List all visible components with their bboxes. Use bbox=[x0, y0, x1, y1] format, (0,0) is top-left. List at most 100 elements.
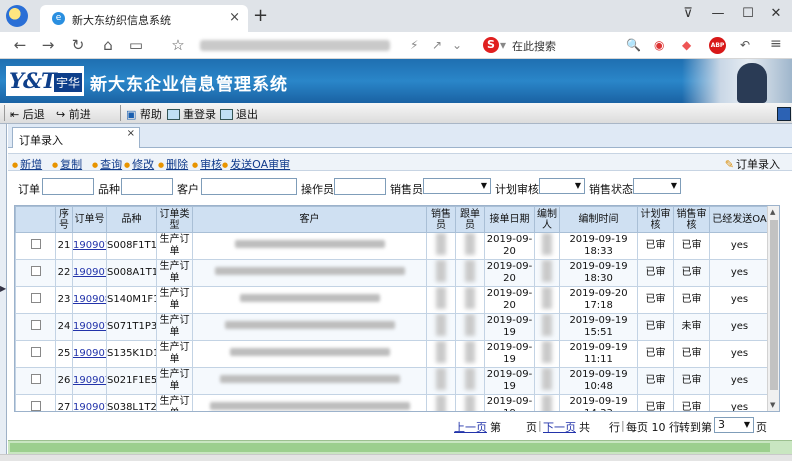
browser-tab[interactable]: e 新大东纺织信息系统 × bbox=[40, 5, 248, 32]
order-link[interactable]: 1909084 bbox=[72, 286, 107, 314]
favorite-star-icon[interactable]: ☆ bbox=[168, 36, 188, 54]
weibo-icon[interactable]: ◉ bbox=[654, 38, 664, 52]
table-row[interactable]: 251909075S135K1D1D生产订单 2019-09-19 2019-09-… bbox=[15, 340, 770, 368]
row-select-cell[interactable] bbox=[15, 367, 56, 395]
edit-button[interactable]: 修改 bbox=[124, 156, 154, 172]
row-select-cell[interactable] bbox=[15, 313, 56, 341]
lightning-icon[interactable]: ⚡ bbox=[410, 38, 418, 52]
send-oa-button[interactable]: 发送OA审审 bbox=[222, 156, 290, 172]
col-header-creator[interactable]: 编制人 bbox=[534, 206, 560, 233]
delete-button[interactable]: 删除 bbox=[158, 156, 188, 172]
reader-icon[interactable]: ▭ bbox=[126, 36, 146, 54]
query-button[interactable]: 查询 bbox=[92, 156, 122, 172]
col-header-seq[interactable]: 序号 bbox=[55, 206, 73, 233]
maximize-icon[interactable]: ☐ bbox=[738, 6, 758, 21]
reload-icon[interactable]: ↻ bbox=[68, 36, 88, 54]
help-button[interactable]: ▣ 帮助 bbox=[126, 106, 162, 122]
search-icon[interactable]: 🔍 bbox=[626, 38, 641, 52]
tab-order-entry[interactable]: 订单录入 × bbox=[12, 127, 140, 149]
row-checkbox[interactable] bbox=[30, 374, 41, 384]
salesman-select[interactable]: ▼ bbox=[423, 178, 491, 194]
pin-icon[interactable]: ⊽ bbox=[678, 6, 698, 21]
col-header-sales-audit[interactable]: 销售审核 bbox=[673, 206, 710, 233]
exit-button[interactable]: 退出 bbox=[220, 106, 258, 122]
col-header-plan-audit[interactable]: 计划审核 bbox=[637, 206, 674, 233]
order-link[interactable]: 1909079 bbox=[72, 232, 107, 260]
next-page-link[interactable]: 下一页 bbox=[543, 419, 576, 435]
scroll-down-icon[interactable]: ▼ bbox=[770, 401, 775, 409]
order-link[interactable]: 1909078 bbox=[72, 259, 107, 287]
game-icon[interactable]: ◆ bbox=[682, 38, 691, 52]
copy-button[interactable]: 复制 bbox=[52, 156, 82, 172]
minimize-icon[interactable]: — bbox=[708, 6, 728, 21]
goto-page-select[interactable]: 3 ▼ bbox=[714, 417, 754, 433]
row-select-cell[interactable] bbox=[15, 259, 56, 287]
home-icon[interactable]: ⌂ bbox=[98, 36, 118, 54]
dropdown-icon[interactable]: ⌄ bbox=[452, 38, 462, 52]
search-input[interactable]: 在此搜索 bbox=[512, 38, 556, 54]
order-link[interactable]: 1909075 bbox=[72, 340, 107, 368]
row-checkbox[interactable] bbox=[30, 293, 41, 303]
prev-page-link[interactable]: 上一页 bbox=[454, 419, 487, 435]
hscroll-thumb[interactable] bbox=[10, 443, 770, 452]
relogin-button[interactable]: 重登录 bbox=[167, 106, 216, 122]
back-button[interactable]: ⇤ 后退 bbox=[10, 106, 45, 122]
variety-input[interactable] bbox=[121, 178, 173, 195]
table-row[interactable]: 231909084S140M1F1D生产订单 2019-09-20 2019-09-… bbox=[15, 286, 770, 314]
col-header-date[interactable]: 接单日期 bbox=[484, 206, 535, 233]
audit-button[interactable]: 审核 bbox=[192, 156, 222, 172]
expand-arrow-icon[interactable]: ▶ bbox=[0, 284, 6, 293]
share-icon[interactable]: ↗ bbox=[432, 38, 442, 52]
scroll-thumb[interactable] bbox=[770, 220, 778, 390]
col-header-salesman[interactable]: 销售员 bbox=[426, 206, 456, 233]
menu-icon[interactable]: ≡ bbox=[770, 36, 782, 52]
search-engine-icon[interactable]: S bbox=[483, 37, 499, 53]
row-checkbox[interactable] bbox=[30, 239, 41, 249]
search-engine-dropdown-icon[interactable]: ▾ bbox=[500, 38, 506, 52]
col-header-oa[interactable]: 已经发送OA bbox=[709, 206, 770, 233]
window-restore-icon[interactable] bbox=[777, 107, 791, 121]
left-frame-toggle[interactable]: ▶ bbox=[0, 124, 7, 454]
col-header-follower[interactable]: 跟单员 bbox=[455, 206, 485, 233]
col-header-customer[interactable]: 客户 bbox=[192, 206, 427, 233]
tab-close-icon[interactable]: × bbox=[127, 128, 135, 139]
browser-logo-icon[interactable] bbox=[6, 5, 28, 27]
table-row[interactable]: 221909078S008A1T1D生产订单 2019-09-20 2019-09-… bbox=[15, 259, 770, 287]
col-header-type[interactable]: 订单类型 bbox=[156, 206, 193, 233]
table-row[interactable]: 241909077S071T1P3D生产订单 2019-09-19 2019-09-… bbox=[15, 313, 770, 341]
order-link[interactable]: 1909070 bbox=[72, 367, 107, 395]
back-arrow-icon[interactable]: ← bbox=[10, 36, 30, 54]
row-select-cell[interactable] bbox=[15, 232, 56, 260]
table-row[interactable]: 271909076S038L1T2D生产订单 2019-09-19 2019-09-… bbox=[15, 394, 770, 411]
col-header-order[interactable]: 订单号 bbox=[72, 206, 107, 233]
order-link[interactable]: 1909077 bbox=[72, 313, 107, 341]
adblock-icon[interactable]: ABP bbox=[709, 37, 726, 54]
sales-status-select[interactable]: ▼ bbox=[633, 178, 681, 194]
close-window-icon[interactable]: ✕ bbox=[766, 6, 786, 21]
table-row[interactable]: 211909079S008F1T1D生产订单 2019-09-20 2019-09-… bbox=[15, 232, 770, 260]
order-link[interactable]: 1909076 bbox=[72, 394, 107, 411]
customer-input[interactable] bbox=[201, 178, 297, 195]
horizontal-scrollbar[interactable] bbox=[8, 440, 792, 454]
vertical-scrollbar[interactable]: ▲ ▼ bbox=[767, 206, 779, 411]
add-button[interactable]: 新增 bbox=[12, 156, 42, 172]
row-checkbox[interactable] bbox=[30, 266, 41, 276]
new-tab-icon[interactable]: + bbox=[253, 5, 268, 26]
col-header-time[interactable]: 编制时间 bbox=[559, 206, 638, 233]
tab-close-icon[interactable]: × bbox=[229, 10, 240, 25]
row-select-cell[interactable] bbox=[15, 340, 56, 368]
row-select-cell[interactable] bbox=[15, 394, 56, 411]
row-checkbox[interactable] bbox=[30, 347, 41, 357]
operator-input[interactable] bbox=[334, 178, 386, 195]
forward-arrow-icon[interactable]: → bbox=[38, 36, 58, 54]
row-checkbox[interactable] bbox=[30, 320, 41, 330]
undo-icon[interactable]: ↶ bbox=[740, 38, 750, 52]
forward-button[interactable]: ↪ 前进 bbox=[56, 106, 91, 122]
url-field[interactable] bbox=[200, 40, 390, 51]
plan-audit-select[interactable]: ▼ bbox=[539, 178, 585, 194]
order-input[interactable] bbox=[42, 178, 94, 195]
col-header-variety[interactable]: 品种 bbox=[106, 206, 157, 233]
table-row[interactable]: 261909070S021F1E5D生产订单 2019-09-19 2019-09-… bbox=[15, 367, 770, 395]
row-checkbox[interactable] bbox=[30, 401, 41, 411]
row-select-cell[interactable] bbox=[15, 286, 56, 314]
